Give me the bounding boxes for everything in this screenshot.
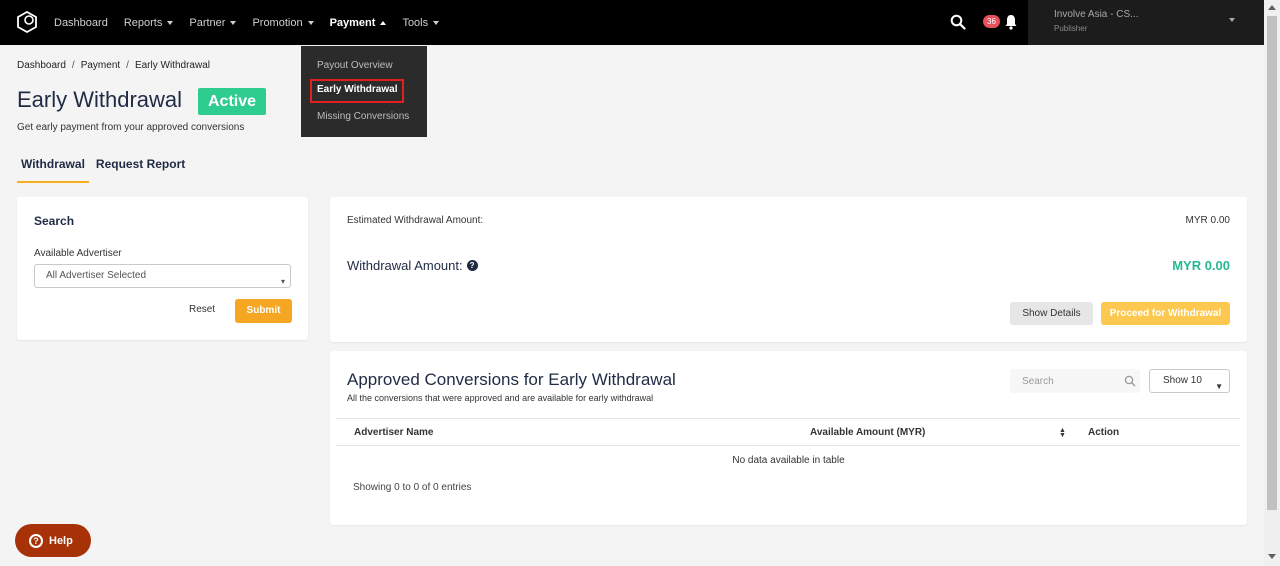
top-navbar: Dashboard Reports Partner Promotion Paym…	[0, 0, 1264, 45]
submit-button[interactable]: Submit	[235, 299, 292, 323]
breadcrumb-dashboard[interactable]: Dashboard	[17, 60, 66, 71]
payment-dropdown-menu: Payout Overview Early Withdrawal Missing…	[301, 46, 427, 137]
breadcrumb: Dashboard / Payment / Early Withdrawal	[17, 60, 210, 71]
tab-bar: Withdrawal Request Report	[17, 155, 192, 183]
breadcrumb-payment[interactable]: Payment	[81, 60, 120, 71]
status-badge: Active	[198, 88, 267, 115]
select-arrow-icon: ▾	[280, 277, 285, 286]
chevron-down-icon	[167, 20, 174, 25]
breadcrumb-current: Early Withdrawal	[134, 60, 210, 71]
chevron-down-icon	[230, 20, 237, 25]
logo-icon[interactable]	[16, 11, 38, 33]
table-header: Advertiser Name Available Amount (MYR) ▲…	[336, 418, 1240, 446]
table-subtitle: All the conversions that were approved a…	[347, 393, 654, 403]
table-search-input[interactable]: Search	[1010, 369, 1140, 393]
advertiser-select-value: All Advertiser Selected	[46, 270, 147, 281]
search-card-title: Search	[34, 214, 75, 228]
search-card: Search Available Advertiser All Advertis…	[17, 197, 308, 340]
page-subtitle: Get early payment from your approved con…	[17, 122, 245, 133]
selection-highlight-box	[310, 79, 404, 103]
nav-tools[interactable]: Tools	[402, 17, 440, 29]
table-empty-message: No data available in table	[732, 455, 845, 466]
approved-conversions-card: Approved Conversions for Early Withdrawa…	[330, 351, 1247, 525]
table-info: Showing 0 to 0 of 0 entries	[353, 482, 472, 493]
nav-reports[interactable]: Reports	[124, 17, 174, 29]
nav-dashboard[interactable]: Dashboard	[54, 17, 108, 29]
table-title: Approved Conversions for Early Withdrawa…	[347, 370, 676, 389]
account-name: Involve Asia - CS...	[1054, 9, 1139, 20]
withdrawal-amount-value: MYR 0.00	[1172, 258, 1230, 273]
reset-button[interactable]: Reset	[189, 304, 215, 315]
page-scrollbar[interactable]	[1264, 0, 1280, 566]
chevron-up-icon	[380, 20, 387, 25]
question-circle-icon[interactable]: ?	[466, 260, 478, 271]
nav-partner[interactable]: Partner	[189, 17, 237, 29]
chevron-down-icon	[1229, 18, 1235, 22]
page-title: Early Withdrawal	[17, 87, 183, 112]
tab-withdrawal[interactable]: Withdrawal	[17, 155, 89, 183]
estimated-amount-label: Estimated Withdrawal Amount:	[347, 215, 484, 226]
sort-icon[interactable]: ▲ ▼	[1059, 427, 1066, 439]
show-details-button[interactable]: Show Details	[1010, 302, 1093, 325]
search-icon	[1124, 375, 1136, 387]
help-button[interactable]: ? Help	[15, 524, 91, 557]
withdrawal-summary-card: Estimated Withdrawal Amount: MYR 0.00 Wi…	[330, 197, 1247, 342]
scrollbar-thumb[interactable]	[1267, 16, 1277, 510]
page-size-select[interactable]: Show 10 ▼	[1149, 369, 1230, 393]
chevron-down-icon	[307, 20, 314, 25]
notification-badge[interactable]: 36	[983, 15, 1000, 28]
tab-request-report[interactable]: Request Report	[92, 155, 189, 183]
help-button-label: Help	[49, 534, 73, 547]
scroll-down-arrow-icon[interactable]	[1268, 554, 1276, 559]
account-menu[interactable]: Involve Asia - CS... Publisher	[1028, 0, 1264, 45]
scroll-up-arrow-icon[interactable]	[1268, 5, 1276, 10]
select-arrow-icon: ▼	[1215, 382, 1223, 391]
nav-payment[interactable]: Payment	[330, 17, 387, 29]
col-advertiser-name[interactable]: Advertiser Name	[354, 427, 433, 438]
proceed-withdrawal-button[interactable]: Proceed for Withdrawal	[1101, 302, 1230, 325]
advertiser-select[interactable]: All Advertiser Selected ▾	[34, 264, 291, 288]
table-search-placeholder: Search	[1022, 376, 1054, 387]
chevron-down-icon	[433, 20, 440, 25]
menu-item-missing-conversions[interactable]: Missing Conversions	[317, 111, 409, 122]
advertiser-label: Available Advertiser	[34, 248, 122, 259]
menu-item-payout-overview[interactable]: Payout Overview	[317, 60, 393, 71]
col-action: Action	[1088, 427, 1120, 438]
main-nav: Dashboard Reports Partner Promotion Paym…	[54, 0, 455, 45]
question-circle-icon: ?	[29, 533, 43, 548]
account-role: Publisher	[1054, 24, 1088, 33]
search-icon[interactable]	[950, 14, 966, 30]
bell-icon[interactable]	[1004, 14, 1018, 30]
page-size-value: Show 10	[1163, 375, 1202, 386]
nav-promotion[interactable]: Promotion	[252, 17, 314, 29]
withdrawal-amount-label: Withdrawal Amount: ?	[347, 258, 478, 273]
col-available-amount[interactable]: Available Amount (MYR)	[810, 427, 925, 438]
estimated-amount-value: MYR 0.00	[1185, 215, 1230, 226]
